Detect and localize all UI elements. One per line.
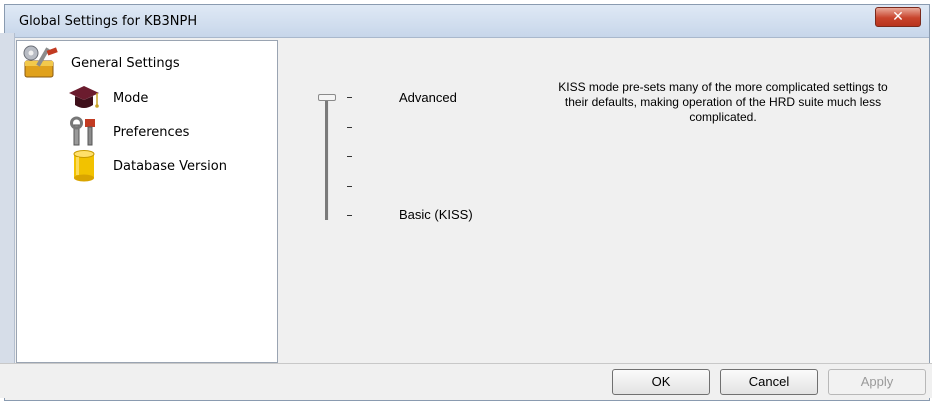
slider-tick bbox=[347, 186, 352, 187]
apply-button[interactable]: Apply bbox=[828, 369, 926, 395]
tree-item-label: Mode bbox=[113, 90, 149, 106]
tree-item-label: General Settings bbox=[71, 55, 180, 71]
slider-tick bbox=[347, 97, 352, 98]
tree-item-mode[interactable]: Mode bbox=[67, 81, 148, 115]
cancel-button[interactable]: Cancel bbox=[720, 369, 818, 395]
level-label-advanced: Advanced bbox=[399, 90, 457, 105]
tree-item-label: Preferences bbox=[113, 124, 190, 140]
mode-slider-track[interactable] bbox=[325, 96, 329, 220]
title-bar[interactable]: Global Settings for KB3NPH ✕ bbox=[5, 5, 929, 38]
tree-item-label: Database Version bbox=[113, 158, 227, 174]
tools-gear-icon bbox=[21, 43, 61, 83]
tree-item-database-version[interactable]: Database Version bbox=[67, 149, 227, 183]
settings-tree: General Settings Mode Preferences Databa… bbox=[16, 40, 278, 363]
close-icon: ✕ bbox=[892, 9, 904, 25]
slider-tick bbox=[347, 127, 352, 128]
tree-item-general-settings[interactable]: General Settings bbox=[21, 43, 180, 83]
window-title: Global Settings for KB3NPH bbox=[19, 14, 198, 29]
slider-tick bbox=[347, 215, 352, 216]
mode-description: KISS mode pre-sets many of the more comp… bbox=[558, 80, 888, 124]
slider-tick bbox=[347, 156, 352, 157]
tree-item-preferences[interactable]: Preferences bbox=[67, 115, 189, 149]
left-edge-rail bbox=[0, 33, 15, 363]
wrench-icon bbox=[67, 115, 101, 149]
mode-slider-thumb[interactable] bbox=[318, 94, 336, 101]
ok-button[interactable]: OK bbox=[612, 369, 710, 395]
mortarboard-icon bbox=[67, 81, 101, 115]
database-cylinder-icon bbox=[67, 149, 101, 183]
close-button[interactable]: ✕ bbox=[875, 7, 921, 27]
level-label-basic: Basic (KISS) bbox=[399, 207, 473, 222]
